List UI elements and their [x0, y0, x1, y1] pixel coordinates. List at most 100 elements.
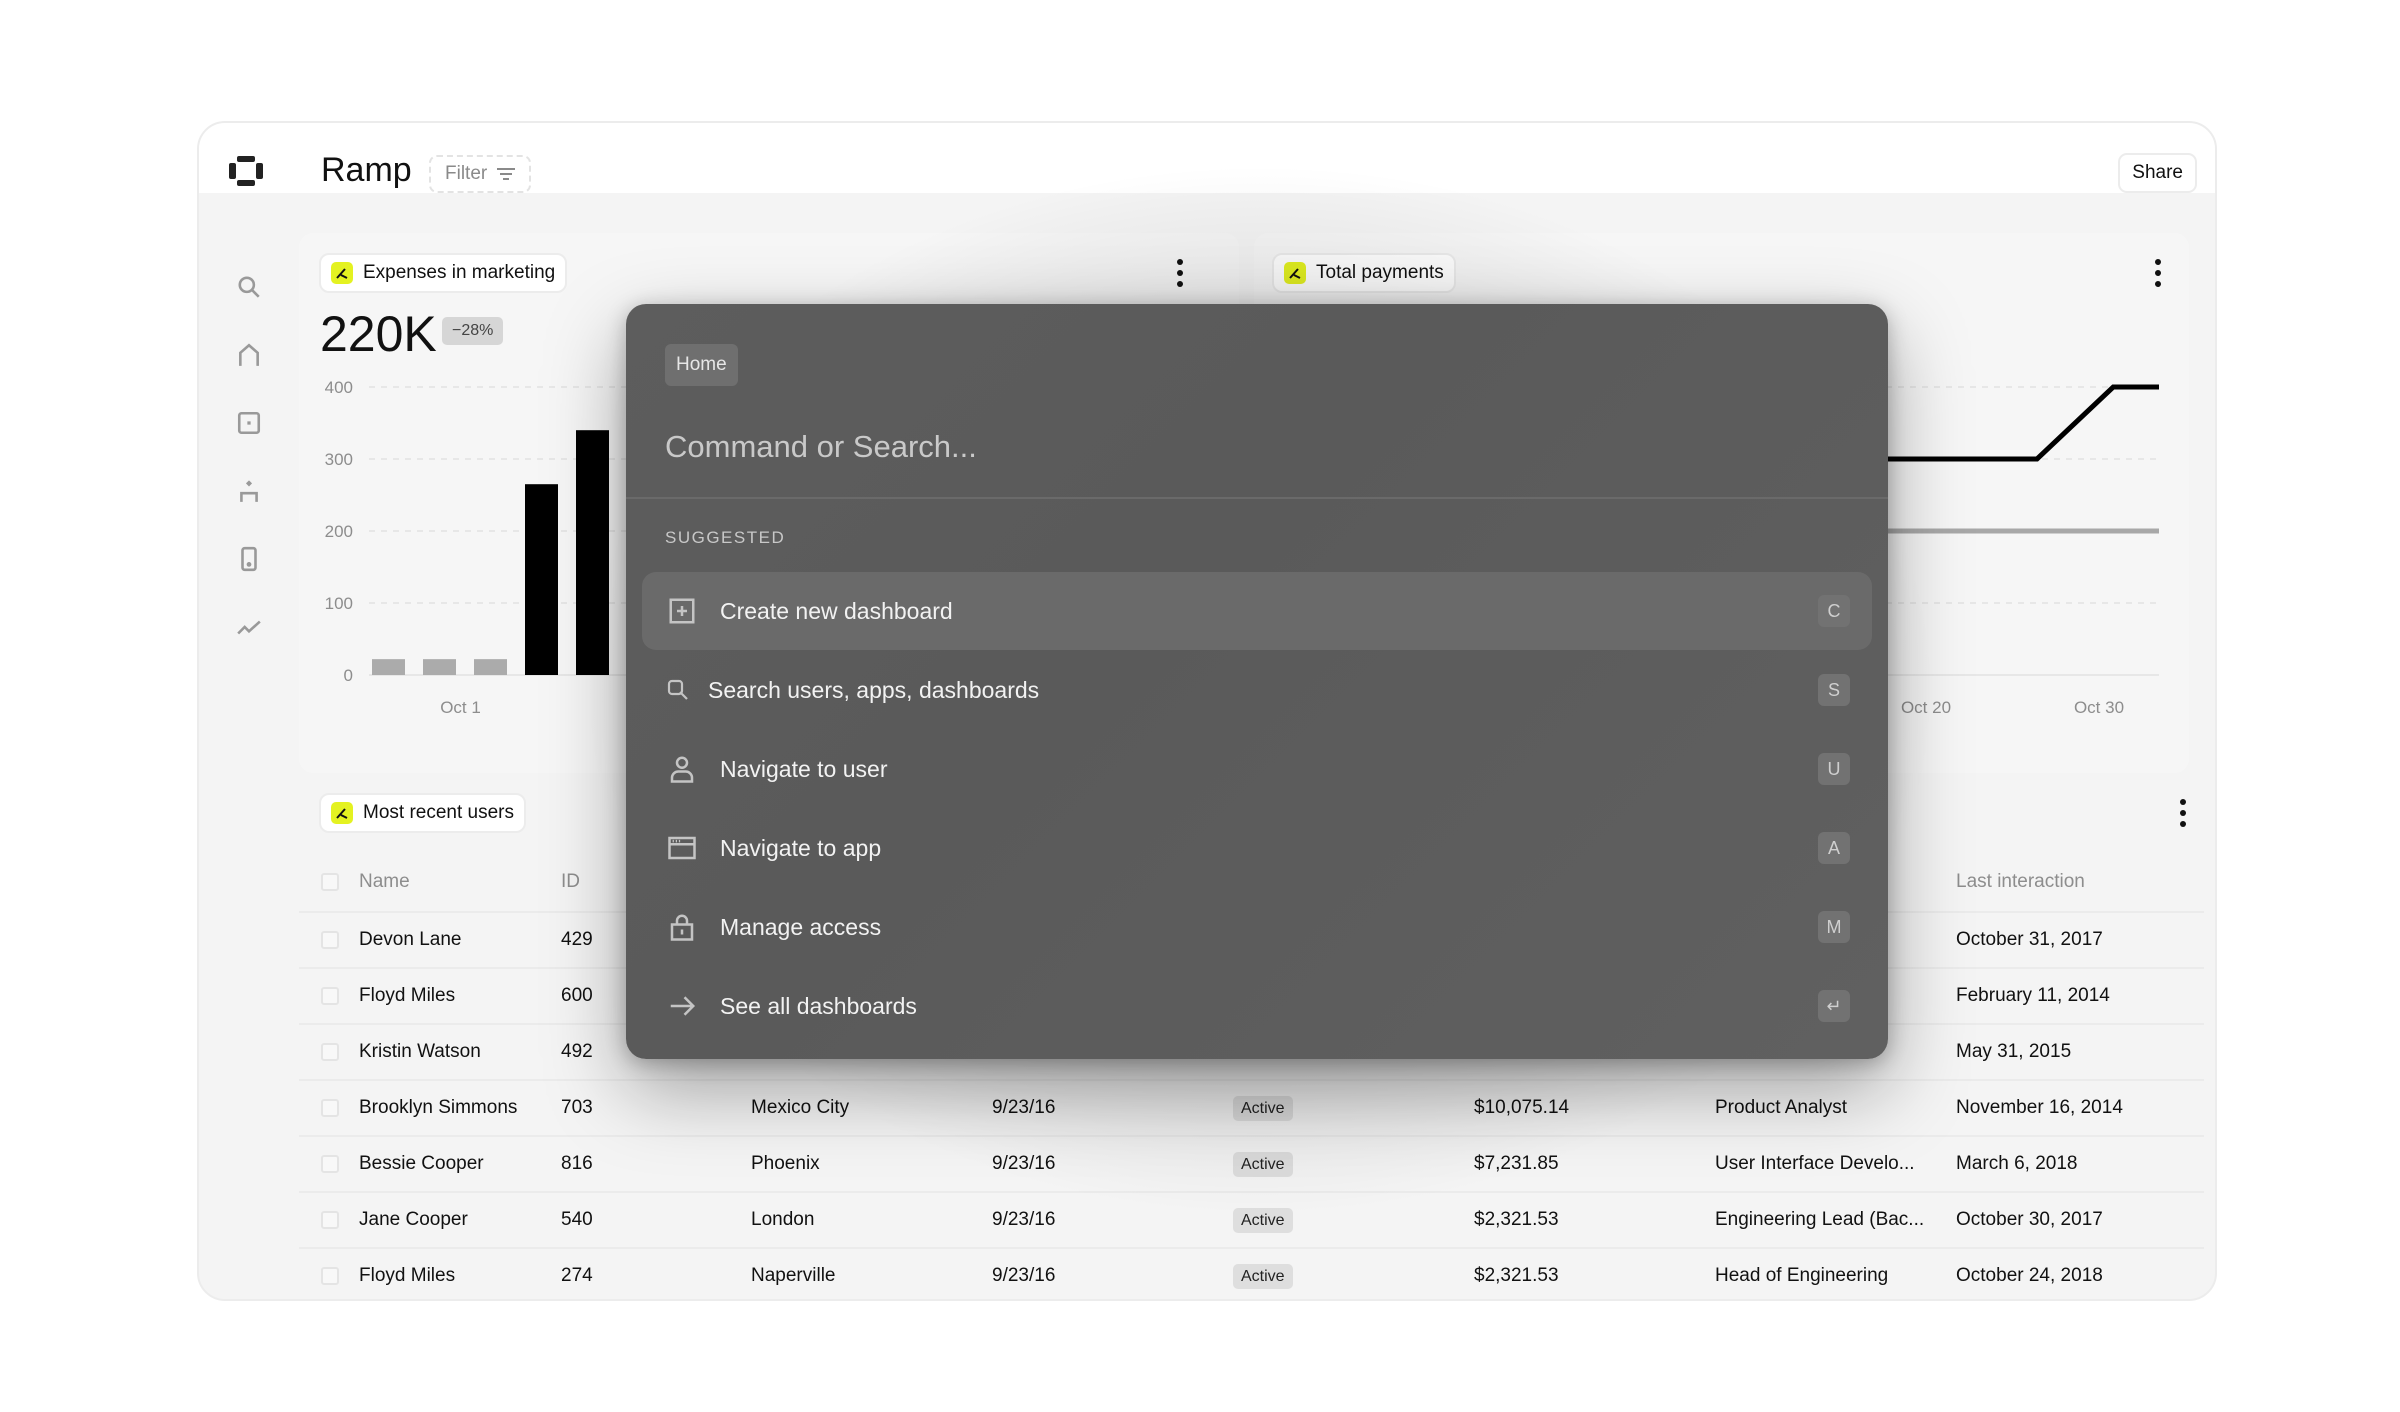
command-label: Manage access — [720, 913, 882, 940]
cell-last-interaction: October 30, 2017 — [1956, 1209, 2103, 1230]
command-search-input[interactable] — [665, 422, 1815, 472]
command-navigate-user[interactable]: Navigate to user U — [642, 730, 1872, 808]
status-badge: Active — [1233, 1096, 1293, 1121]
command-label: Navigate to app — [720, 834, 882, 861]
app-title: Ramp — [321, 151, 412, 189]
top-bar: Ramp Filter Share — [199, 123, 2215, 193]
payments-chip[interactable]: Total payments — [1272, 253, 1456, 293]
expenses-title: Expenses in marketing — [363, 262, 556, 283]
y-tick-label: 200 — [325, 522, 353, 541]
cell-last-interaction: October 31, 2017 — [1956, 929, 2103, 950]
trend-icon[interactable] — [229, 593, 269, 661]
cell-title: Engineering Lead (Bac... — [1715, 1209, 1925, 1230]
table-row[interactable]: Floyd Miles 274 Naperville 9/23/16 Active $2,… — [299, 1249, 2204, 1299]
cell-location: Phoenix — [751, 1153, 820, 1174]
row-checkbox[interactable] — [321, 987, 339, 1005]
payments-menu-icon[interactable] — [2154, 259, 2162, 287]
command-search[interactable]: Search users, apps, dashboards S — [642, 651, 1872, 729]
table-row[interactable]: Bessie Cooper 816 Phoenix 9/23/16 Active $7,2… — [299, 1137, 2204, 1193]
table-row[interactable]: Jane Cooper 540 London 9/23/16 Active $2,321.… — [299, 1193, 2204, 1249]
filter-label: Filter — [445, 163, 488, 184]
expenses-value: 220K — [320, 306, 437, 362]
cell-id: 816 — [561, 1153, 593, 1174]
cell-title: User Interface Develo... — [1715, 1153, 1915, 1174]
cell-last-interaction: May 31, 2015 — [1956, 1041, 2072, 1062]
user-icon[interactable] — [229, 457, 269, 525]
bar — [423, 659, 456, 675]
command-label: Create new dashboard — [720, 597, 953, 624]
cell-title: Product Analyst — [1715, 1097, 1848, 1118]
row-checkbox[interactable] — [321, 1211, 339, 1229]
cell-id: 540 — [561, 1209, 593, 1230]
command-create-dashboard[interactable]: Create new dashboard C — [642, 572, 1872, 650]
ramp-logo-icon — [1284, 262, 1306, 284]
command-label: Search users, apps, dashboards — [708, 676, 1040, 703]
cell-status: Active — [1233, 1152, 1474, 1177]
x-tick-label: Oct 1 — [440, 698, 481, 713]
cell-date: 9/23/16 — [992, 1265, 1056, 1286]
cell-amount: $7,231.85 — [1474, 1153, 1559, 1174]
row-checkbox[interactable] — [321, 1267, 339, 1285]
cell-amount: $2,321.53 — [1474, 1209, 1559, 1230]
search-icon[interactable] — [229, 253, 269, 321]
cell-name: Brooklyn Simmons — [359, 1097, 518, 1118]
series-line-current — [1854, 384, 2159, 462]
cell-date: 9/23/16 — [992, 1153, 1056, 1174]
filter-icon — [497, 167, 516, 181]
x-tick-label: Oct 30 — [2074, 698, 2124, 713]
share-button[interactable]: Share — [2118, 153, 2197, 193]
row-checkbox[interactable] — [321, 931, 339, 949]
cell-name: Devon Lane — [359, 929, 462, 950]
command-navigate-app[interactable]: Navigate to app A — [642, 809, 1872, 887]
command-list: Create new dashboard C Search users, app… — [642, 572, 1872, 1046]
cell-name: Floyd Miles — [359, 1265, 456, 1286]
cell-date: 9/23/16 — [992, 1209, 1056, 1230]
cell-location: Mexico City — [751, 1097, 850, 1118]
expenses-menu-icon[interactable] — [1176, 259, 1184, 287]
breadcrumb-home[interactable]: Home — [665, 344, 738, 386]
row-checkbox[interactable] — [321, 1099, 339, 1117]
cell-location: Naperville — [751, 1265, 836, 1286]
cell-date: 9/23/16 — [992, 1097, 1056, 1118]
search-icon — [660, 672, 696, 708]
device-icon[interactable] — [229, 525, 269, 593]
ramp-logo-icon — [331, 262, 353, 284]
command-manage-access[interactable]: Manage access M — [642, 888, 1872, 966]
row-checkbox[interactable] — [321, 1043, 339, 1061]
command-see-all-dashboards[interactable]: See all dashboards ↵ — [642, 967, 1872, 1045]
home-icon[interactable] — [229, 321, 269, 389]
divider — [626, 497, 1888, 499]
bar — [525, 484, 558, 675]
cell-name: Bessie Cooper — [359, 1153, 484, 1174]
row-checkbox[interactable] — [321, 1155, 339, 1173]
status-badge: Active — [1233, 1264, 1293, 1289]
ramp-logo-icon — [331, 802, 353, 824]
cell-status: Active — [1233, 1264, 1474, 1289]
cell-name: Kristin Watson — [359, 1041, 481, 1062]
cell-last-interaction: November 16, 2014 — [1956, 1097, 2123, 1118]
expenses-chip[interactable]: Expenses in marketing — [319, 253, 568, 293]
shortcut-key: S — [1818, 674, 1850, 706]
cell-name: Jane Cooper — [359, 1209, 468, 1230]
enter-key-icon: ↵ — [1818, 990, 1850, 1022]
header-name[interactable]: Name — [359, 871, 561, 893]
dashboard-icon[interactable] — [229, 389, 269, 457]
cell-amount: $2,321.53 — [1474, 1265, 1559, 1286]
lock-icon — [664, 909, 700, 945]
bar — [576, 430, 609, 675]
y-tick-label: 300 — [325, 450, 353, 469]
users-menu-icon[interactable] — [2179, 799, 2187, 827]
select-all-checkbox[interactable] — [321, 873, 339, 891]
header-last-interaction[interactable]: Last interaction — [1956, 871, 2176, 893]
users-chip[interactable]: Most recent users — [319, 793, 526, 833]
cell-status: Active — [1233, 1208, 1474, 1233]
cell-id: 703 — [561, 1097, 593, 1118]
cell-id: 274 — [561, 1265, 593, 1286]
filter-button[interactable]: Filter — [429, 155, 532, 193]
sidebar — [229, 253, 269, 661]
table-row[interactable]: Brooklyn Simmons 703 Mexico City 9/23/16 Act… — [299, 1081, 2204, 1137]
shortcut-key: A — [1818, 832, 1850, 864]
command-label: See all dashboards — [720, 992, 917, 1019]
users-title: Most recent users — [363, 802, 514, 823]
payments-title: Total payments — [1316, 262, 1444, 283]
